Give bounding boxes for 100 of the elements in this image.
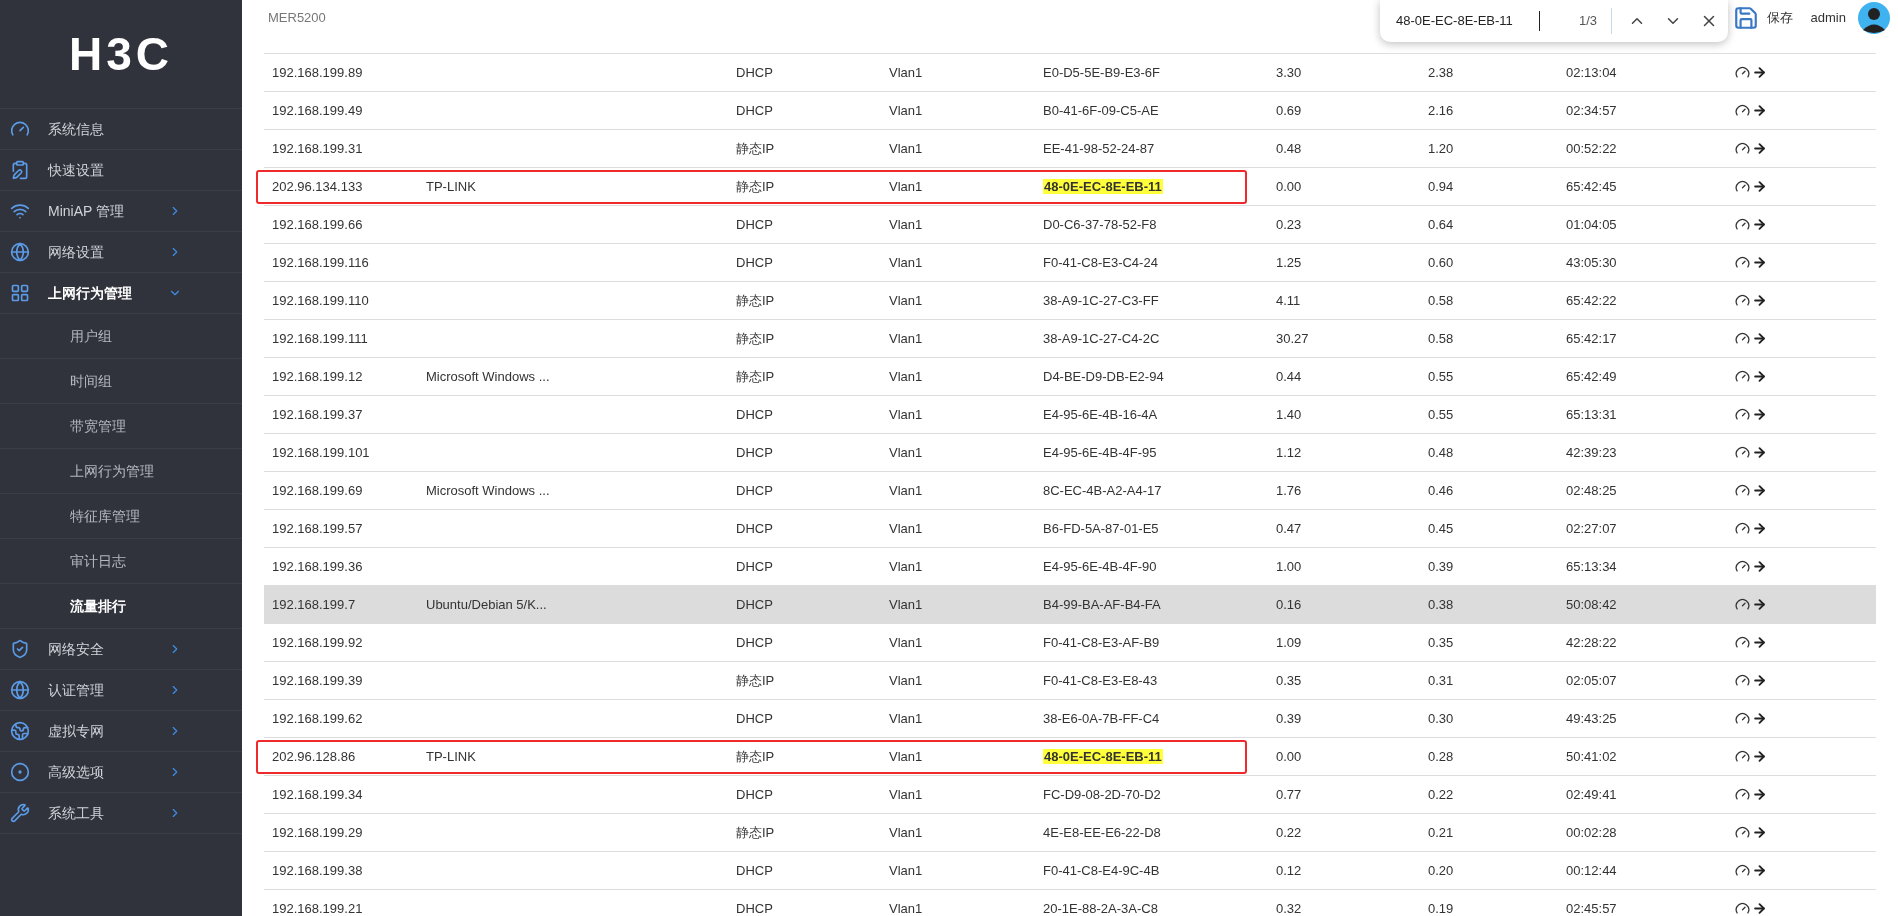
arrow-right-icon[interactable] xyxy=(1752,749,1767,764)
gauge-icon[interactable] xyxy=(1735,483,1750,498)
arrow-right-icon[interactable] xyxy=(1752,217,1767,232)
gauge-icon[interactable] xyxy=(1735,369,1750,384)
table-cell: 01:04:05 xyxy=(1566,216,1617,232)
gauge-icon[interactable] xyxy=(1735,597,1750,612)
nav-item[interactable]: 快速设置 xyxy=(0,150,242,191)
table-cell: 192.168.199.111 xyxy=(272,330,368,346)
gauge-icon[interactable] xyxy=(1735,635,1750,650)
gauge-icon[interactable] xyxy=(1735,825,1750,840)
arrow-right-icon[interactable] xyxy=(1752,103,1767,118)
submenu-item[interactable]: 带宽管理 xyxy=(0,404,242,449)
submenu-item[interactable]: 时间组 xyxy=(0,359,242,404)
table-cell: 192.168.199.12 xyxy=(272,368,363,384)
gauge-icon[interactable] xyxy=(1735,141,1750,156)
arrow-right-icon[interactable] xyxy=(1752,673,1767,688)
nav-item[interactable]: 网络设置 xyxy=(0,232,242,273)
arrow-right-icon[interactable] xyxy=(1752,293,1767,308)
table-cell: 00:12:44 xyxy=(1566,862,1617,878)
arrow-right-icon[interactable] xyxy=(1752,521,1767,536)
nav-item[interactable]: 系统工具 xyxy=(0,793,242,834)
gauge-icon[interactable] xyxy=(1735,217,1750,232)
arrow-right-icon[interactable] xyxy=(1752,559,1767,574)
nav-item[interactable]: 认证管理 xyxy=(0,670,242,711)
gauge-icon[interactable] xyxy=(1735,901,1750,916)
submenu-item[interactable]: 上网行为管理 xyxy=(0,449,242,494)
gauge-icon[interactable] xyxy=(1735,331,1750,346)
table-cell: DHCP xyxy=(736,558,773,574)
submenu-item[interactable]: 审计日志 xyxy=(0,539,242,584)
arrow-right-icon[interactable] xyxy=(1752,863,1767,878)
table-cell: Vlan1 xyxy=(889,254,923,270)
gauge-icon[interactable] xyxy=(1735,293,1750,308)
table-cell: EE-41-98-52-24-87 xyxy=(1043,140,1155,156)
gauge-icon[interactable] xyxy=(1735,103,1750,118)
avatar[interactable] xyxy=(1858,2,1890,34)
table-cell: 0.00 xyxy=(1276,748,1302,764)
nav-item[interactable]: 网络安全 xyxy=(0,629,242,670)
arrow-right-icon[interactable] xyxy=(1752,255,1767,270)
table-cell: DHCP xyxy=(736,64,773,80)
gauge-icon[interactable] xyxy=(1735,179,1750,194)
grid-icon xyxy=(10,283,30,303)
table-cell: 192.168.199.36 xyxy=(272,558,363,574)
table-cell: 202.96.128.86 xyxy=(272,748,356,764)
gauge-icon[interactable] xyxy=(1735,521,1750,536)
table-cell: 0.35 xyxy=(1276,672,1302,688)
table-cell: 192.168.199.39 xyxy=(272,672,363,688)
save-icon[interactable] xyxy=(1732,5,1759,31)
nav-item[interactable]: 上网行为管理 xyxy=(0,273,242,314)
table-cell: TP-LINK xyxy=(426,748,476,764)
arrow-right-icon[interactable] xyxy=(1752,901,1767,916)
table-cell: 192.168.199.31 xyxy=(272,140,363,156)
arrow-right-icon[interactable] xyxy=(1752,825,1767,840)
submenu-item[interactable]: 流量排行 xyxy=(0,584,242,629)
arrow-right-icon[interactable] xyxy=(1752,407,1767,422)
nav-item[interactable]: MiniAP 管理 xyxy=(0,191,242,232)
arrow-right-icon[interactable] xyxy=(1752,483,1767,498)
gauge-icon[interactable] xyxy=(1735,749,1750,764)
gauge-icon[interactable] xyxy=(1735,407,1750,422)
table-cell: B6-FD-5A-87-01-E5 xyxy=(1043,520,1159,536)
arrow-right-icon[interactable] xyxy=(1752,369,1767,384)
table-cell: 192.168.199.29 xyxy=(272,824,363,840)
gauge-icon[interactable] xyxy=(1735,255,1750,270)
table-row[interactable]: 192.168.199.7 Ubuntu/Debian 5/K... DHCP Vlan1 B4-99-BA-AF-B4-FA 0.16 0.38 50:08:42 xyxy=(264,586,1876,624)
table-cell: FC-D9-08-2D-70-D2 xyxy=(1043,786,1161,802)
arrow-right-icon[interactable] xyxy=(1752,141,1767,156)
gauge-icon[interactable] xyxy=(1735,787,1750,802)
gauge-icon[interactable] xyxy=(1735,65,1750,80)
save-link[interactable]: 保存 xyxy=(1766,8,1793,28)
table-cell: Vlan1 xyxy=(889,102,923,118)
arrow-right-icon[interactable] xyxy=(1752,711,1767,726)
submenu-item[interactable]: 用户组 xyxy=(0,314,242,359)
submenu-item[interactable]: 特征库管理 xyxy=(0,494,242,539)
table-cell: DHCP xyxy=(736,444,773,460)
arrow-right-icon[interactable] xyxy=(1752,65,1767,80)
table-cell: 20-1E-88-2A-3A-C8 xyxy=(1043,900,1158,916)
nav-item[interactable]: 高级选项 xyxy=(0,752,242,793)
arrow-right-icon[interactable] xyxy=(1752,635,1767,650)
table-cell: B4-99-BA-AF-B4-FA xyxy=(1043,596,1161,612)
arrow-right-icon[interactable] xyxy=(1752,179,1767,194)
device-title: MER5200 xyxy=(268,9,326,28)
gauge-icon[interactable] xyxy=(1735,863,1750,878)
gauge-icon[interactable] xyxy=(1735,445,1750,460)
arrow-right-icon[interactable] xyxy=(1752,787,1767,802)
find-input[interactable]: 48-0E-EC-8E-EB-11 xyxy=(1396,11,1540,31)
table-cell: 65:13:31 xyxy=(1566,406,1617,422)
table-cell: 0.21 xyxy=(1428,824,1454,840)
gauge-icon[interactable] xyxy=(1735,673,1750,688)
table-cell: 192.168.199.89 xyxy=(272,64,363,80)
nav-item[interactable]: 虚拟专网 xyxy=(0,711,242,752)
match-count: 1/3 xyxy=(1578,12,1597,31)
gauge-icon[interactable] xyxy=(1735,711,1750,726)
arrow-right-icon[interactable] xyxy=(1752,597,1767,612)
nav-item[interactable]: 系统信息 xyxy=(0,109,242,150)
table-cell: 192.168.199.116 xyxy=(272,254,369,270)
table-cell: 0.48 xyxy=(1428,444,1454,460)
arrow-right-icon[interactable] xyxy=(1752,331,1767,346)
clipboard-icon xyxy=(10,160,30,180)
arrow-right-icon[interactable] xyxy=(1752,445,1767,460)
table-cell: 0.32 xyxy=(1276,900,1302,916)
gauge-icon[interactable] xyxy=(1735,559,1750,574)
